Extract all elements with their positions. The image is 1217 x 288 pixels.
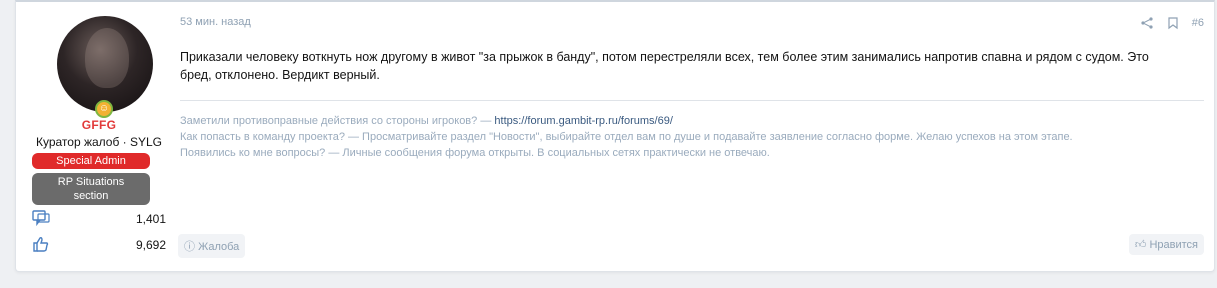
avatar-wrap: ☺ (57, 16, 153, 118)
signature-line1-text: Заметили противоправные действия со стор… (180, 115, 495, 127)
banner-rp-line1: RP Situations (57, 176, 125, 188)
post-number[interactable]: #6 (1192, 17, 1204, 29)
like-label: Нравится (1149, 239, 1198, 251)
likes-icon (33, 237, 49, 252)
banner-special-admin: Special Admin (32, 153, 150, 169)
message-line1: Приказали человеку воткнуть нож другому … (180, 50, 1149, 64)
likes-stat: 9,692 (30, 235, 168, 257)
banner-rp-line2: section (73, 190, 109, 202)
message-line2: бред, отклонено. Вердикт верный. (180, 68, 380, 82)
share-icon[interactable] (1140, 16, 1154, 30)
likes-count: 9,692 (135, 238, 166, 252)
messages-icon (32, 210, 50, 227)
signature-line2: Как попасть в команду проекта? — Просмат… (180, 131, 1073, 143)
like-button[interactable]: 👍︎ Нравится (1128, 234, 1204, 255)
messages-stat: 1,401 (30, 209, 168, 231)
post-main: 53 мин. назад #6 Приказали человеку вотк… (180, 16, 1204, 161)
signature-line3: Появились ко мне вопросы? — Личные сообщ… (180, 147, 770, 159)
banner-rp-situations: RP Situations section (32, 173, 150, 205)
messages-count: 1,401 (135, 212, 166, 226)
bookmark-icon[interactable] (1166, 16, 1180, 30)
signature-divider (180, 100, 1204, 101)
user-tag: GFFG (81, 118, 117, 132)
like-icon: 👍︎ (1134, 239, 1147, 251)
post-actions: #6 (1140, 16, 1204, 30)
signature-link[interactable]: https://forum.gambit-rp.ru/forums/69/ (494, 115, 673, 127)
signature-line1: Заметили противоправные действия со стор… (180, 113, 1204, 129)
post-time[interactable]: 53 мин. назад (180, 16, 1204, 28)
forum-post: ☺ GFFG Куратор жалоб · SYLG Special Admi… (15, 0, 1215, 272)
signature: Заметили противоправные действия со стор… (180, 113, 1204, 161)
badge-icon: ☺ (95, 100, 113, 118)
avatar[interactable] (57, 16, 153, 112)
post-message: Приказали человеку воткнуть нож другому … (180, 48, 1204, 84)
report-icon: ⓘ (184, 241, 195, 253)
report-label: Жалоба (198, 241, 240, 253)
user-panel: ☺ GFFG Куратор жалоб · SYLG Special Admi… (30, 16, 168, 257)
user-title: Куратор жалоб · SYLG (35, 135, 163, 149)
report-button[interactable]: ⓘ Жалоба (178, 234, 246, 258)
